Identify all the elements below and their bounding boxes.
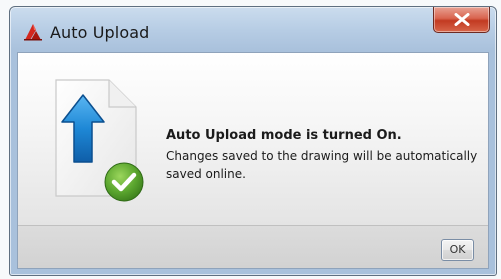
upload-document-check-icon (55, 79, 144, 202)
dialog-window: Auto Upload Auto Upload mode is turned O… (9, 6, 497, 276)
close-button[interactable] (433, 7, 490, 33)
button-bar: OK (18, 225, 488, 268)
title-bar[interactable]: Auto Upload (10, 7, 496, 51)
window-title: Auto Upload (50, 23, 150, 42)
dialog-client-area: Auto Upload mode is turned On. Changes s… (17, 52, 489, 269)
message-text: Auto Upload mode is turned On. Changes s… (166, 128, 486, 183)
autocad-logo-icon (23, 23, 43, 41)
message-area: Auto Upload mode is turned On. Changes s… (18, 53, 488, 225)
ok-button[interactable]: OK (441, 239, 474, 261)
message-heading: Auto Upload mode is turned On. (166, 128, 402, 143)
message-body: Changes saved to the drawing will be aut… (166, 149, 478, 181)
close-x-icon (454, 13, 470, 26)
